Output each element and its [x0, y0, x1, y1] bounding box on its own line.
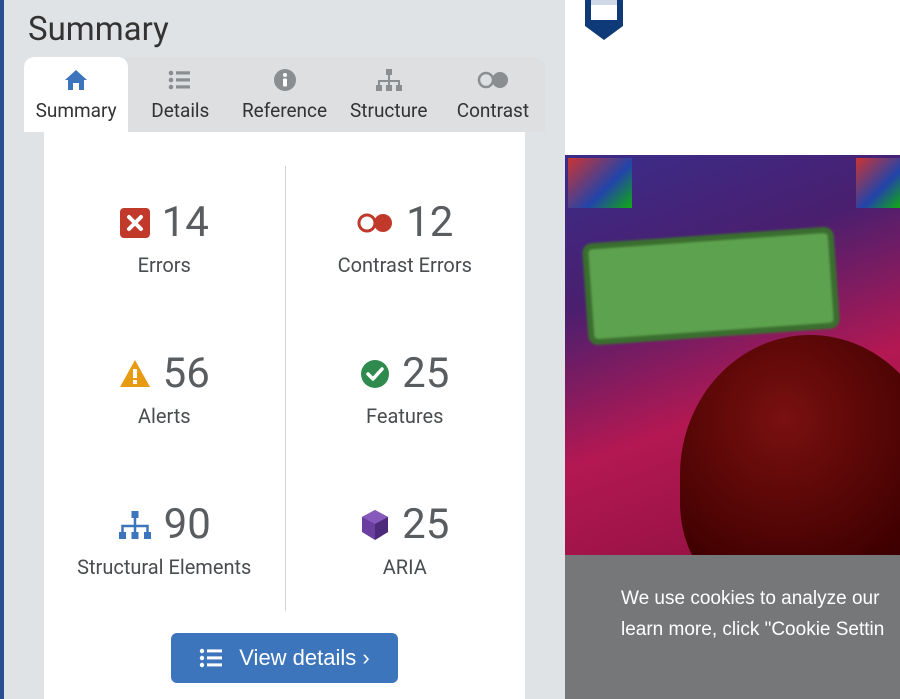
alert-icon [119, 359, 151, 389]
stat-label: Contrast Errors [338, 253, 472, 277]
image-thumbnail [856, 158, 900, 208]
stat-contrast-errors[interactable]: 12 Contrast Errors [285, 162, 526, 313]
stat-count: 14 [162, 198, 209, 247]
tab-contrast[interactable]: Contrast [441, 57, 545, 132]
stat-label: Alerts [138, 404, 191, 428]
tab-label: Summary [36, 99, 117, 122]
hero-image [565, 155, 900, 555]
contrast-icon [356, 212, 394, 234]
stat-label: Errors [138, 253, 191, 277]
stat-count: 25 [402, 349, 449, 398]
stat-structural[interactable]: 90 Structural Elements [44, 464, 285, 615]
tab-label: Structure [350, 99, 427, 122]
hierarchy-icon [118, 510, 152, 540]
list-icon [167, 67, 193, 93]
list-icon [199, 648, 223, 668]
stat-count: 25 [402, 500, 449, 549]
cookie-text-line: We use cookies to analyze our [621, 583, 900, 614]
summary-grid: 14 Errors 12 Contrast Errors [44, 162, 525, 615]
page-title: Summary [4, 0, 565, 57]
tab-label: Contrast [457, 99, 529, 122]
tab-label: Details [151, 99, 209, 122]
error-icon [120, 208, 150, 238]
home-icon [63, 67, 89, 93]
stat-label: Features [366, 404, 443, 428]
tab-label: Reference [242, 99, 327, 122]
cookie-text-line: learn more, click "Cookie Settin [621, 614, 900, 645]
view-details-button[interactable]: View details › [171, 633, 397, 683]
contrast-icon [476, 67, 510, 93]
stat-count: 90 [164, 500, 211, 549]
summary-content: 14 Errors 12 Contrast Errors [44, 132, 525, 699]
stat-label: Structural Elements [77, 555, 251, 579]
hierarchy-icon [375, 67, 403, 93]
stat-count: 56 [163, 349, 210, 398]
shield-icon [583, 0, 625, 42]
stat-alerts[interactable]: 56 Alerts [44, 313, 285, 464]
stat-aria[interactable]: 25 ARIA [285, 464, 526, 615]
info-icon [273, 67, 297, 93]
tab-summary[interactable]: Summary [24, 57, 128, 132]
accessibility-summary-panel: Summary Summary Details Reference [0, 0, 565, 699]
tab-bar: Summary Details Reference Structure [24, 57, 545, 132]
cookie-banner: We use cookies to analyze our learn more… [565, 555, 900, 699]
tab-structure[interactable]: Structure [337, 57, 441, 132]
image-thumbnail [568, 158, 632, 208]
cube-icon [360, 509, 390, 541]
grid-divider [285, 166, 286, 611]
check-icon [360, 359, 390, 389]
stat-errors[interactable]: 14 Errors [44, 162, 285, 313]
button-label: View details › [239, 645, 369, 671]
stat-count: 12 [406, 198, 453, 247]
tab-details[interactable]: Details [128, 57, 232, 132]
stat-label: ARIA [383, 555, 427, 579]
tabs-container: Summary Details Reference Structure [24, 57, 545, 699]
stat-features[interactable]: 25 Features [285, 313, 526, 464]
tab-reference[interactable]: Reference [232, 57, 336, 132]
